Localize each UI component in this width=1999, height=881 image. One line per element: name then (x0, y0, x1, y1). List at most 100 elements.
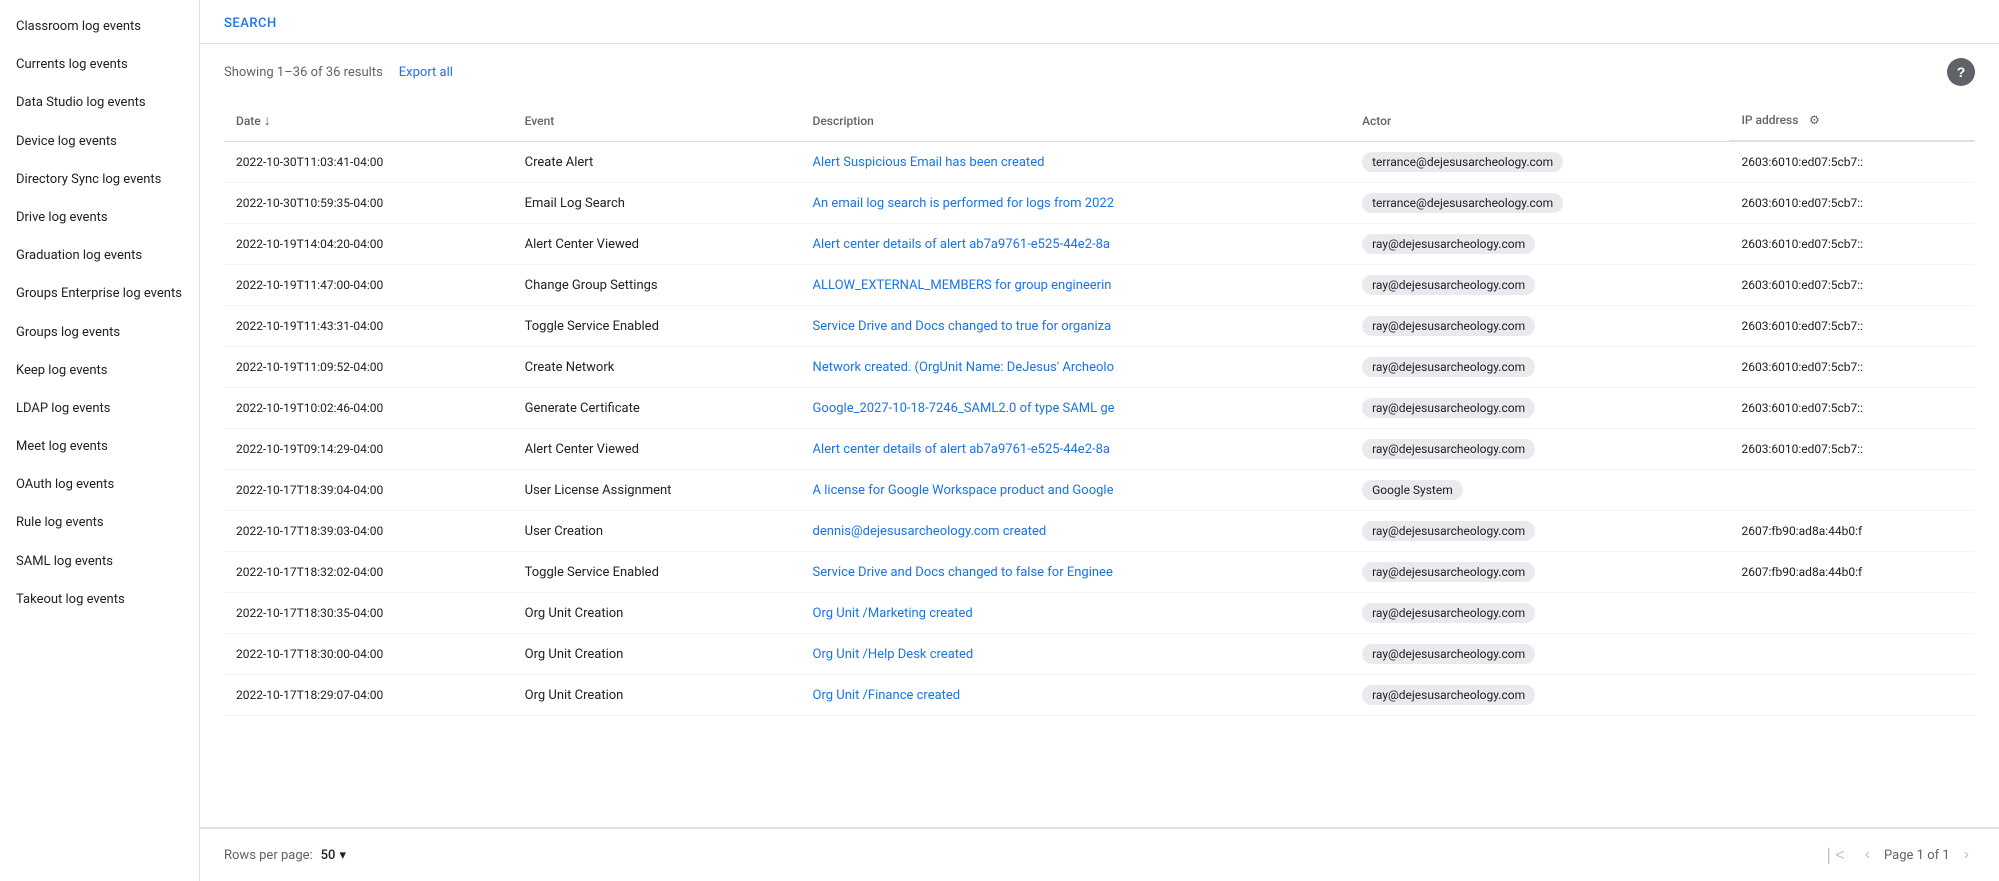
actor-badge: ray@dejesusarcheology.com (1362, 275, 1535, 295)
cell-ip: 2603:6010:ed07:5cb7:: (1729, 388, 1975, 429)
cell-ip: 2603:6010:ed07:5cb7:: (1729, 142, 1975, 183)
cell-description[interactable]: Alert center details of alert ab7a9761-e… (801, 429, 1351, 470)
prev-page-button[interactable]: ‹ (1859, 842, 1876, 868)
cell-event: Generate Certificate (513, 388, 801, 429)
cell-actor: terrance@dejesusarcheology.com (1350, 183, 1729, 224)
table-body: 2022-10-30T11:03:41-04:00Create AlertAle… (224, 142, 1975, 716)
sidebar-item-takeout[interactable]: Takeout log events (0, 581, 199, 619)
table-footer: Rows per page: 50 ▾ ❘< ‹ Page 1 of 1 › (200, 827, 1999, 881)
sidebar-item-keep[interactable]: Keep log events (0, 352, 199, 390)
actor-badge: terrance@dejesusarcheology.com (1362, 193, 1563, 213)
cell-ip: 2607:fb90:ad8a:44b0:f (1729, 552, 1975, 593)
sidebar-item-meet[interactable]: Meet log events (0, 428, 199, 466)
cell-description[interactable]: dennis@dejesusarcheology.com created (801, 511, 1351, 552)
cell-event: Change Group Settings (513, 265, 801, 306)
cell-description[interactable]: ALLOW_EXTERNAL_MEMBERS for group enginee… (801, 265, 1351, 306)
cell-ip (1729, 634, 1975, 675)
cell-date: 2022-10-17T18:30:35-04:00 (224, 593, 513, 634)
cell-date: 2022-10-19T14:04:20-04:00 (224, 224, 513, 265)
table-row: 2022-10-19T11:43:31-04:00Toggle Service … (224, 306, 1975, 347)
help-button[interactable]: ? (1947, 58, 1975, 86)
cell-description[interactable]: Alert Suspicious Email has been created (801, 142, 1351, 183)
sidebar-item-ldap[interactable]: LDAP log events (0, 390, 199, 428)
table-row: 2022-10-17T18:39:04-04:00User License As… (224, 470, 1975, 511)
actor-badge: ray@dejesusarcheology.com (1362, 644, 1535, 664)
cell-event: Alert Center Viewed (513, 429, 801, 470)
cell-actor: ray@dejesusarcheology.com (1350, 593, 1729, 634)
results-count: Showing 1–36 of 36 results (224, 65, 383, 80)
table-row: 2022-10-19T10:02:46-04:00Generate Certif… (224, 388, 1975, 429)
cell-date: 2022-10-17T18:39:03-04:00 (224, 511, 513, 552)
next-page-button[interactable]: › (1958, 842, 1975, 868)
table-row: 2022-10-19T14:04:20-04:00Alert Center Vi… (224, 224, 1975, 265)
first-page-button[interactable]: ❘< (1816, 841, 1851, 869)
col-actor-label: Actor (1362, 114, 1391, 128)
col-date: Date ↓ (224, 100, 513, 142)
cell-actor: ray@dejesusarcheology.com (1350, 511, 1729, 552)
table-row: 2022-10-30T11:03:41-04:00Create AlertAle… (224, 142, 1975, 183)
actor-badge: ray@dejesusarcheology.com (1362, 234, 1535, 254)
sidebar-item-currents[interactable]: Currents log events (0, 46, 199, 84)
col-ip: IP address ⚙ (1729, 100, 1975, 141)
cell-description[interactable]: An email log search is performed for log… (801, 183, 1351, 224)
actor-badge: terrance@dejesusarcheology.com (1362, 152, 1563, 172)
sidebar-item-datastudio[interactable]: Data Studio log events (0, 84, 199, 122)
sidebar-item-directorysync[interactable]: Directory Sync log events (0, 161, 199, 199)
table-row: 2022-10-17T18:30:00-04:00Org Unit Creati… (224, 634, 1975, 675)
table-row: 2022-10-19T11:09:52-04:00Create NetworkN… (224, 347, 1975, 388)
cell-ip (1729, 593, 1975, 634)
cell-ip: 2603:6010:ed07:5cb7:: (1729, 429, 1975, 470)
cell-description[interactable]: Alert center details of alert ab7a9761-e… (801, 224, 1351, 265)
cell-date: 2022-10-30T10:59:35-04:00 (224, 183, 513, 224)
cell-description[interactable]: Service Drive and Docs changed to false … (801, 552, 1351, 593)
sidebar-item-classroom[interactable]: Classroom log events (0, 8, 199, 46)
col-actor: Actor (1350, 100, 1729, 142)
actor-badge: ray@dejesusarcheology.com (1362, 439, 1535, 459)
table-row: 2022-10-19T09:14:29-04:00Alert Center Vi… (224, 429, 1975, 470)
cell-date: 2022-10-30T11:03:41-04:00 (224, 142, 513, 183)
sidebar-item-groupsenterprise[interactable]: Groups Enterprise log events (0, 275, 199, 313)
cell-event: Alert Center Viewed (513, 224, 801, 265)
cell-date: 2022-10-17T18:32:02-04:00 (224, 552, 513, 593)
cell-description[interactable]: Google_2027-10-18-7246_SAML2.0 of type S… (801, 388, 1351, 429)
cell-ip: 2603:6010:ed07:5cb7:: (1729, 306, 1975, 347)
main-content: SEARCH Showing 1–36 of 36 results Export… (200, 0, 1999, 881)
cell-ip: 2603:6010:ed07:5cb7:: (1729, 183, 1975, 224)
cell-description[interactable]: Org Unit /Marketing created (801, 593, 1351, 634)
rows-per-page-select[interactable]: 50 ▾ (321, 848, 346, 863)
page-info: Page 1 of 1 (1884, 848, 1950, 863)
cell-description[interactable]: Org Unit /Help Desk created (801, 634, 1351, 675)
actor-badge: ray@dejesusarcheology.com (1362, 398, 1535, 418)
actor-badge: ray@dejesusarcheology.com (1362, 316, 1535, 336)
sidebar-item-saml[interactable]: SAML log events (0, 543, 199, 581)
sidebar-item-drive[interactable]: Drive log events (0, 199, 199, 237)
sort-icon[interactable]: ↓ (264, 113, 271, 129)
sidebar-item-groups[interactable]: Groups log events (0, 314, 199, 352)
sidebar-item-oauth[interactable]: OAuth log events (0, 466, 199, 504)
settings-icon[interactable]: ⚙ (1804, 110, 1824, 130)
rows-per-page-label: Rows per page: (224, 848, 313, 863)
cell-event: Toggle Service Enabled (513, 306, 801, 347)
chevron-down-icon[interactable]: ▾ (339, 848, 346, 863)
cell-ip: 2607:fb90:ad8a:44b0:f (1729, 511, 1975, 552)
sidebar-item-graduation[interactable]: Graduation log events (0, 237, 199, 275)
sidebar-item-rule[interactable]: Rule log events (0, 504, 199, 542)
cell-event: Create Alert (513, 142, 801, 183)
search-label: SEARCH (224, 16, 277, 31)
cell-actor: Google System (1350, 470, 1729, 511)
cell-description[interactable]: Service Drive and Docs changed to true f… (801, 306, 1351, 347)
table-row: 2022-10-17T18:30:35-04:00Org Unit Creati… (224, 593, 1975, 634)
cell-actor: ray@dejesusarcheology.com (1350, 224, 1729, 265)
cell-date: 2022-10-17T18:39:04-04:00 (224, 470, 513, 511)
cell-event: Toggle Service Enabled (513, 552, 801, 593)
cell-event: User License Assignment (513, 470, 801, 511)
cell-description[interactable]: A license for Google Workspace product a… (801, 470, 1351, 511)
sidebar-item-device[interactable]: Device log events (0, 123, 199, 161)
cell-description[interactable]: Network created. (OrgUnit Name: DeJesus'… (801, 347, 1351, 388)
export-all-link[interactable]: Export all (399, 65, 453, 80)
cell-actor: ray@dejesusarcheology.com (1350, 675, 1729, 716)
cell-description[interactable]: Org Unit /Finance created (801, 675, 1351, 716)
cell-date: 2022-10-19T09:14:29-04:00 (224, 429, 513, 470)
col-event: Event (513, 100, 801, 142)
table-row: 2022-10-19T11:47:00-04:00Change Group Se… (224, 265, 1975, 306)
